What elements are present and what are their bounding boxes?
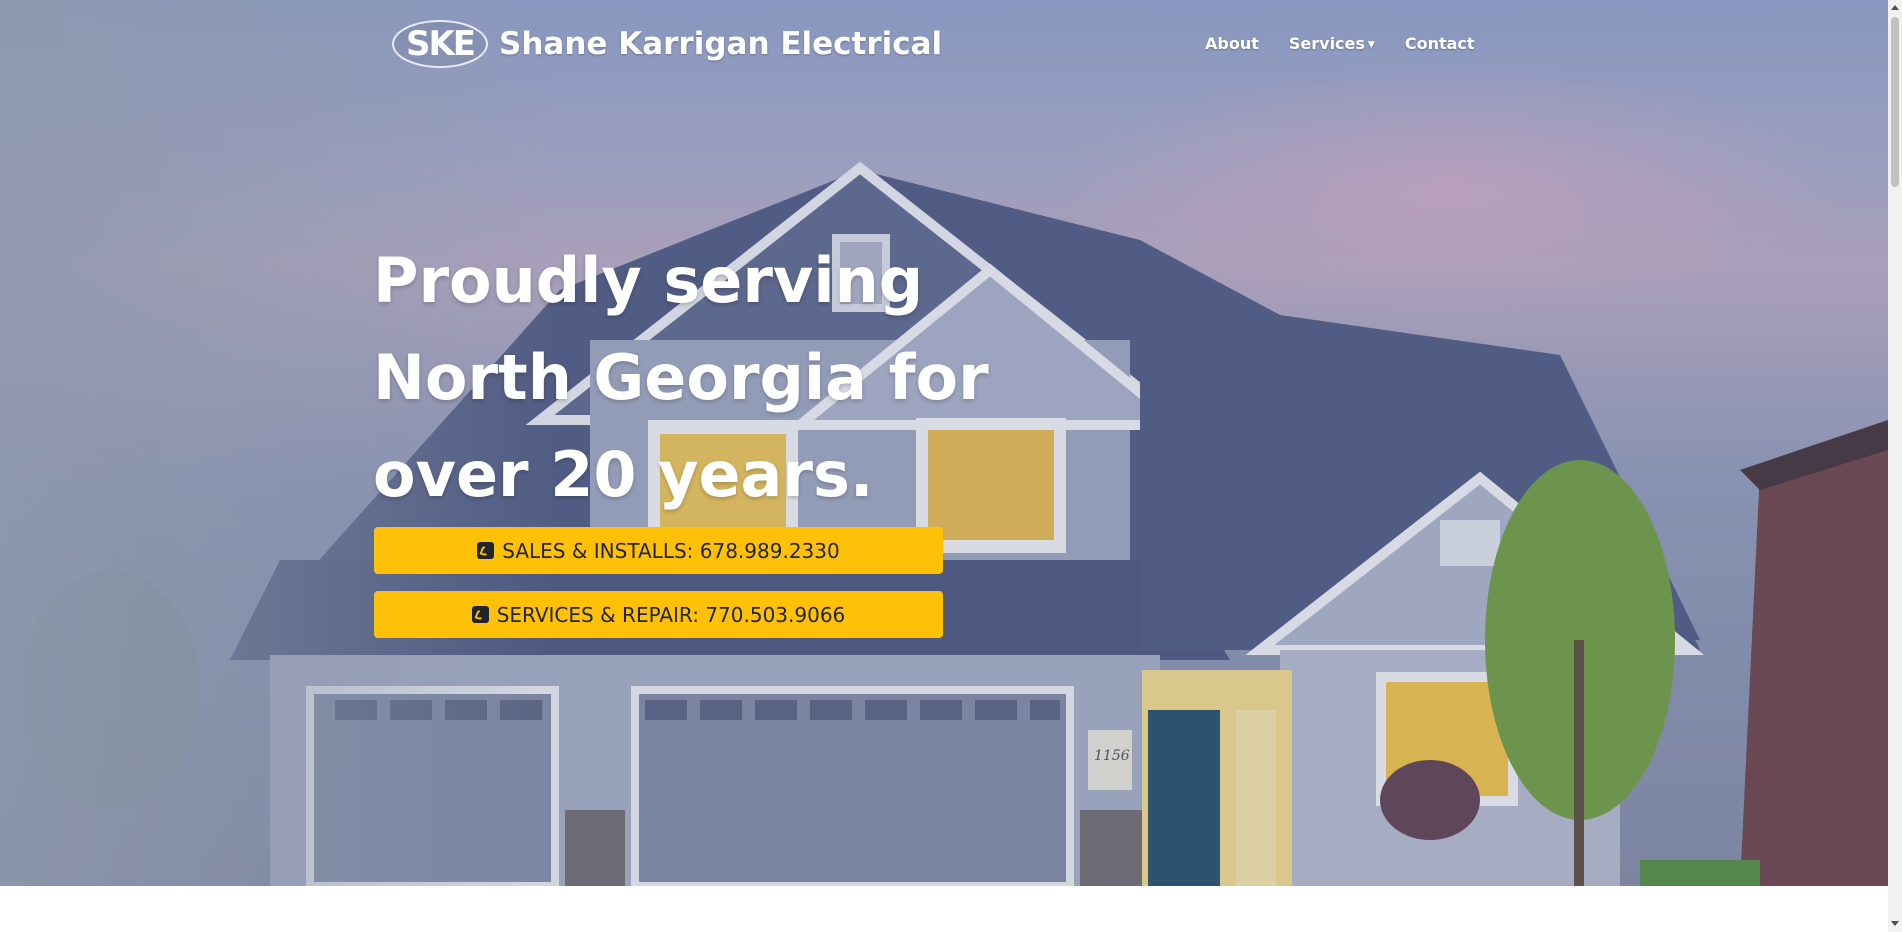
services-repair-label: SERVICES & REPAIR: 770.503.9066: [496, 602, 846, 627]
nav-item-contact[interactable]: Contact: [1390, 34, 1490, 53]
nav-item-contact-label: Contact: [1404, 34, 1475, 53]
page-scrollbar[interactable]: [1888, 0, 1902, 932]
hero-headline: Proudly serving North Georgia for over 2…: [373, 232, 1073, 523]
services-repair-call-button[interactable]: SERVICES & REPAIR: 770.503.9066: [374, 591, 943, 638]
brand-home-link[interactable]: SKE Shane Karrigan Electrical: [392, 20, 942, 68]
phone-square-icon: [477, 542, 495, 559]
nav-item-services[interactable]: Services ▼: [1274, 34, 1390, 53]
nav-item-about[interactable]: About: [1190, 34, 1274, 53]
sales-installs-call-button[interactable]: SALES & INSTALLS: 678.989.2330: [374, 527, 943, 574]
scrollbar-thumb[interactable]: [1891, 17, 1899, 187]
hero-section: 1156 SKE Shane Karrigan Electrical About…: [0, 0, 1888, 886]
headline-line-2: North Georgia for: [373, 341, 989, 414]
scroll-down-arrow-icon[interactable]: [1891, 921, 1899, 926]
brand-name: Shane Karrigan Electrical: [499, 26, 943, 62]
scroll-up-arrow-icon[interactable]: [1891, 5, 1899, 10]
phone-square-icon: [471, 606, 489, 623]
caret-down-icon: ▼: [1367, 40, 1375, 50]
nav-item-about-label: About: [1205, 34, 1259, 53]
ske-logo: SKE: [392, 20, 488, 68]
sales-installs-label: SALES & INSTALLS: 678.989.2330: [502, 538, 840, 563]
headline-line-3: over 20 years.: [373, 438, 874, 511]
nav-item-services-label: Services: [1288, 34, 1365, 53]
main-nav: About Services ▼ Contact: [1190, 34, 1490, 53]
headline-line-1: Proudly serving: [373, 244, 924, 317]
